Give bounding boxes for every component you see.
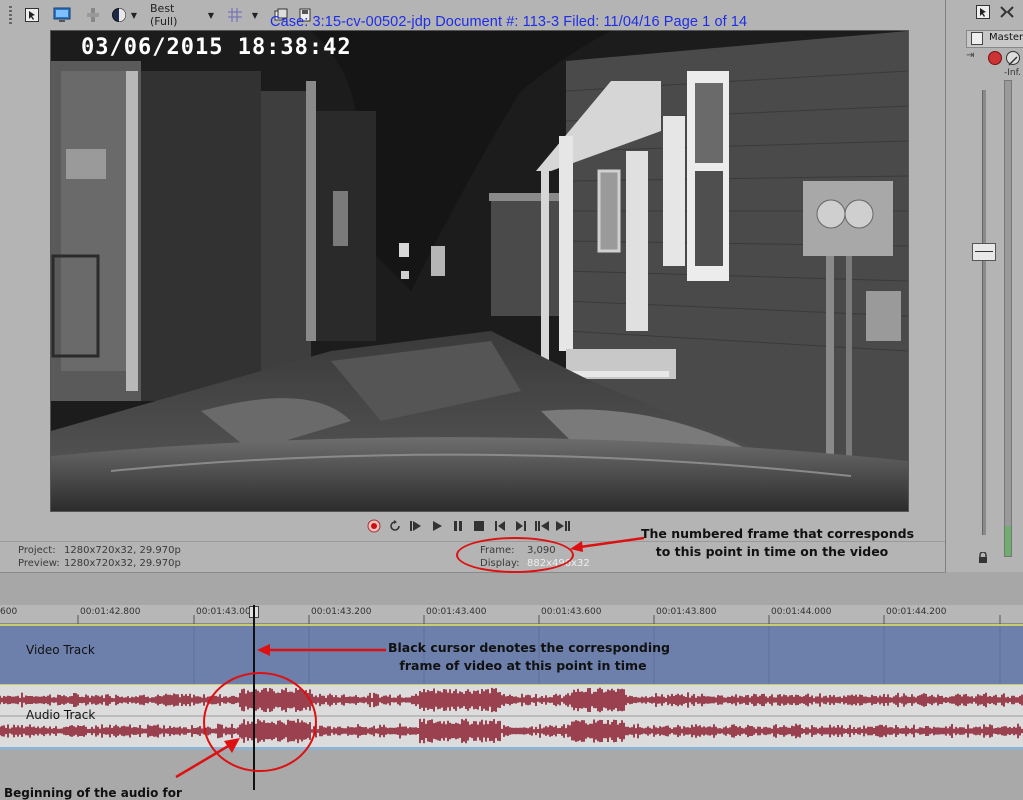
next-marker-icon[interactable]: [511, 517, 530, 535]
video-frame: 03/06/2015 18:38:42: [50, 30, 909, 512]
video-track-label: Video Track: [26, 643, 95, 657]
audio-track[interactable]: Audio Track: [0, 685, 1023, 750]
mixer-options-icon[interactable]: [1000, 4, 1014, 18]
input-icon[interactable]: ⇥: [966, 50, 974, 61]
play-icon[interactable]: [427, 517, 446, 535]
preview-label: Preview:: [18, 558, 60, 569]
fader-track: [982, 90, 986, 535]
master-bus-mixer: Master ⇥ -Inf.: [946, 0, 1023, 572]
next-frame-icon[interactable]: [553, 517, 572, 535]
snap-icon[interactable]: [22, 5, 42, 25]
loop-icon[interactable]: [385, 517, 404, 535]
court-document-header: Case: 3:15-cv-00502-jdp Document #: 113-…: [270, 14, 748, 30]
color-circle-icon[interactable]: [110, 5, 128, 25]
master-icon: [971, 32, 983, 45]
frame-annotation-line1: The numbered frame that corresponds: [641, 526, 915, 541]
project-value: 1280x720x32, 29.970p: [64, 545, 181, 556]
stop-icon[interactable]: [469, 517, 488, 535]
grid-icon[interactable]: [226, 5, 244, 25]
split-icon[interactable]: [84, 5, 102, 25]
video-timestamp: 03/06/2015 18:38:42: [81, 35, 352, 60]
toolbar-grip[interactable]: [9, 6, 12, 26]
record-icon[interactable]: [364, 517, 383, 535]
transport-controls: [364, 517, 572, 535]
cursor-annotation-arrow: [257, 644, 386, 656]
prev-frame-icon[interactable]: [532, 517, 551, 535]
cursor-annotation-line2: frame of video at this point in time: [399, 658, 647, 673]
frame-highlight-ellipse: [456, 537, 574, 573]
level-inf-label: -Inf.: [1004, 68, 1021, 78]
level-meter: [1004, 80, 1012, 557]
prev-marker-icon[interactable]: [490, 517, 509, 535]
bottom-annotation-text: Beginning of the audio for: [4, 786, 182, 800]
preview-value: 1280x720x32, 29.970p: [64, 558, 181, 569]
mute-icon[interactable]: [1006, 51, 1020, 66]
pause-icon[interactable]: [448, 517, 467, 535]
audio-annotation-arrow: [175, 738, 240, 779]
master-header: Master: [966, 30, 1023, 48]
play-from-start-icon[interactable]: [406, 517, 425, 535]
video-scene: [51, 31, 908, 511]
ruler-ticks: [77, 615, 1001, 624]
timeline-header-area: [0, 573, 1023, 605]
frame-annotation-text: The numbered frame that corresponds to t…: [641, 525, 915, 561]
preview-quality-label: Best (Full): [150, 2, 178, 28]
audio-track-label: Audio Track: [26, 708, 96, 722]
master-title: Master: [989, 32, 1023, 43]
project-label: Project:: [18, 545, 56, 556]
frame-annotation-arrow: [570, 536, 645, 552]
snap-icon[interactable]: [976, 4, 990, 19]
monitor-icon[interactable]: [52, 5, 72, 25]
cursor-annotation-text: Black cursor denotes the corresponding f…: [388, 639, 670, 675]
video-preview-window: ▼ Best (Full) ▼ ▼ Case: 3:15-cv-00502-jd…: [0, 0, 946, 573]
frame-annotation-line2: to this point in time on the video: [655, 544, 889, 559]
chevron-down-icon[interactable]: ▼: [130, 5, 138, 25]
fx-icon[interactable]: [988, 51, 1002, 65]
fader-handle[interactable]: [972, 243, 996, 261]
cursor-annotation-line1: Black cursor denotes the corresponding: [388, 640, 670, 655]
timeline-ruler[interactable]: 600 00:01:42.800 00:01:43.000 00:01:43.2…: [0, 605, 1023, 624]
lock-icon[interactable]: [978, 549, 988, 563]
chevron-down-icon[interactable]: ▼: [250, 5, 260, 25]
timeline-empty-area: Beginning of the audio for: [0, 750, 1023, 800]
preview-quality-dropdown[interactable]: Best (Full): [150, 2, 202, 28]
audio-waveform: [0, 687, 1023, 744]
video-track[interactable]: Video Track Black cursor denotes the cor…: [0, 624, 1023, 686]
chevron-down-icon[interactable]: ▼: [206, 5, 216, 25]
